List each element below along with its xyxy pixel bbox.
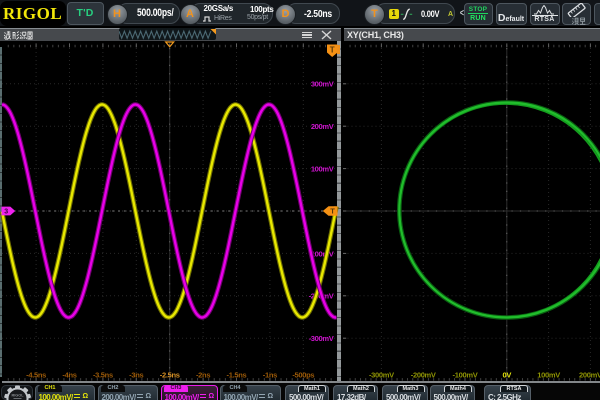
svg-text:-100mV: -100mV xyxy=(453,370,478,379)
svg-text:200mV: 200mV xyxy=(311,122,334,131)
svg-text:-1ns: -1ns xyxy=(263,370,277,379)
svg-text:-3ns: -3ns xyxy=(129,370,143,379)
svg-text:-300mV: -300mV xyxy=(369,370,394,379)
svg-text:-4.5ns: -4.5ns xyxy=(26,370,46,379)
svg-text:-2ns: -2ns xyxy=(196,370,210,379)
svg-text:-4ns: -4ns xyxy=(62,370,76,379)
svg-text:3: 3 xyxy=(4,208,8,215)
svg-text:100mV: 100mV xyxy=(311,164,334,173)
svg-text:200mV: 200mV xyxy=(579,370,600,379)
svg-text:300mV: 300mV xyxy=(311,79,334,88)
svg-text:RIGOL: RIGOL xyxy=(11,394,24,398)
svg-text:T: T xyxy=(330,45,335,54)
svg-text:-2.5ns: -2.5ns xyxy=(160,370,180,379)
svg-text:0V: 0V xyxy=(503,370,512,379)
svg-text:-200mV: -200mV xyxy=(411,370,436,379)
svg-text:T: T xyxy=(330,206,335,215)
svg-text:-3.5ns: -3.5ns xyxy=(93,370,113,379)
svg-text:-500ps: -500ps xyxy=(292,370,314,379)
svg-text:-1.5ns: -1.5ns xyxy=(227,370,247,379)
svg-text:100mV: 100mV xyxy=(537,370,560,379)
svg-text:-300mV: -300mV xyxy=(309,334,334,343)
